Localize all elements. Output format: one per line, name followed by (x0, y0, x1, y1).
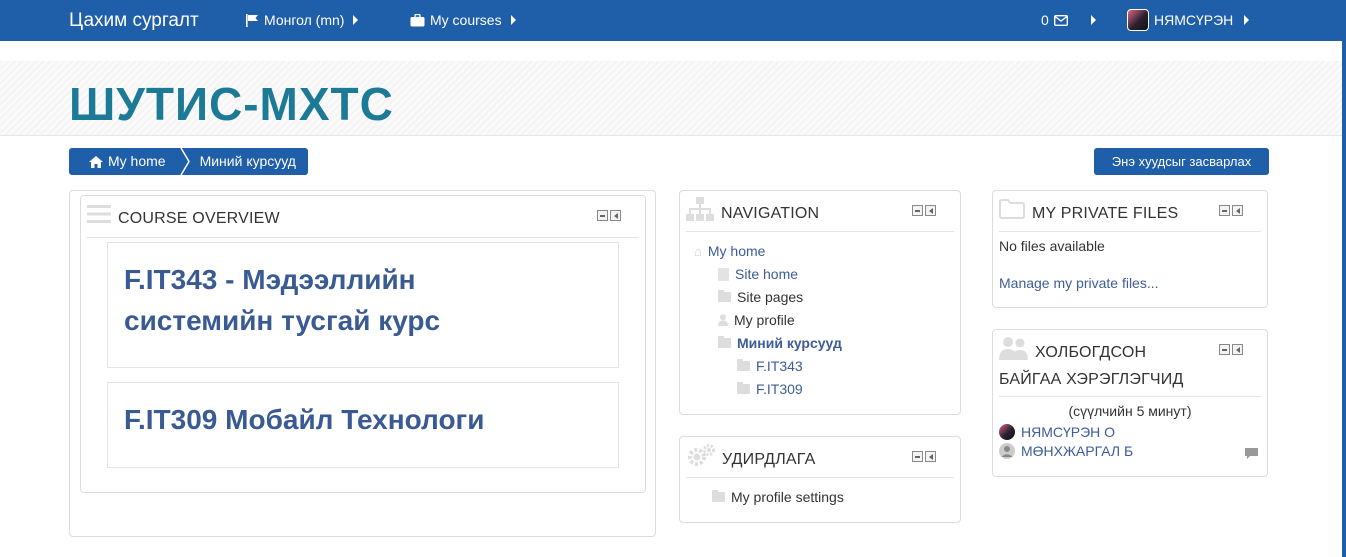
list-icon (87, 205, 111, 223)
block-controls (1219, 205, 1243, 216)
language-menu[interactable]: Монгол (mn) (245, 12, 359, 28)
minimize-icon[interactable] (597, 210, 608, 221)
home-icon (89, 155, 103, 168)
page-header: ШУТИС-МХТС (0, 61, 1342, 136)
course-overview-title: COURSE OVERVIEW (118, 210, 280, 227)
divider (686, 477, 954, 478)
course-card: F.IT309 Мобайл Технологи (107, 382, 619, 468)
nav-item-site-pages[interactable]: Site pages (718, 289, 803, 305)
block-controls (912, 205, 936, 216)
breadcrumb: My home Миний курсууд (69, 148, 308, 175)
nav-item-my-home[interactable]: ⌂ My home (694, 243, 765, 259)
language-label: Монгол (mn) (264, 12, 345, 28)
breadcrumb-current-label: Миний курсууд (199, 153, 296, 169)
caret-right-icon (1090, 15, 1096, 25)
caret-right-icon (510, 15, 516, 25)
online-users-period: (сүүлчийн 5 минут) (1068, 403, 1192, 419)
folder-icon (718, 290, 731, 302)
folder-icon (737, 382, 750, 394)
avatar (1127, 9, 1149, 31)
private-files-title: MY PRIVATE FILES (1032, 205, 1179, 222)
top-navbar: Цахим сургалт Монгол (mn) My courses 0 Н… (0, 0, 1346, 41)
nav-item-course-fit343[interactable]: F.IT343 (737, 358, 803, 374)
minimize-icon[interactable] (912, 451, 923, 462)
breadcrumb-current[interactable]: Миний курсууд (195, 148, 308, 175)
messages-count: 0 (1041, 12, 1049, 28)
edit-page-button[interactable]: Энэ хуудсыг засварлах (1094, 148, 1269, 175)
file-icon (718, 267, 729, 281)
navigation-title: NAVIGATION (721, 205, 820, 222)
caret-right-icon (353, 15, 359, 25)
envelope-icon (1053, 14, 1068, 26)
course-link-fit343-line1[interactable]: F.IT343 - Мэдээллийн (124, 259, 416, 300)
breadcrumb-separator (175, 148, 196, 175)
no-files-text: No files available (999, 238, 1105, 254)
online-user-item[interactable]: НЯМСҮРЭН О (999, 424, 1115, 440)
my-courses-label: My courses (430, 12, 502, 28)
site-brand[interactable]: Цахим сургалт (69, 10, 199, 32)
manage-private-files-link[interactable]: Manage my private files... (999, 275, 1159, 291)
online-users-title-line2: БАЙГАА ХЭРЭГЛЭГЧИД (999, 371, 1184, 388)
gears-icon (688, 444, 715, 466)
dock-icon[interactable] (925, 205, 936, 216)
message-icon[interactable] (1245, 448, 1258, 460)
breadcrumb-home[interactable]: My home (69, 148, 176, 175)
divider (87, 237, 639, 238)
nav-item-my-courses[interactable]: Миний курсууд (718, 335, 842, 351)
minimize-icon[interactable] (1219, 205, 1230, 216)
navigation-block: NAVIGATION ⌂ My home Site home Site page… (679, 190, 961, 415)
folder-icon (999, 199, 1025, 219)
folder-icon (737, 359, 750, 371)
home-icon: ⌂ (694, 243, 702, 259)
course-card: F.IT343 - Мэдээллийн системийн тусгай ку… (107, 242, 619, 368)
main-region: COURSE OVERVIEW F.IT343 - Мэдээллийн сис… (69, 190, 656, 537)
user-menu[interactable]: НЯМСҮРЭН (1127, 9, 1250, 31)
dock-icon[interactable] (1232, 344, 1243, 355)
minimize-icon[interactable] (1219, 344, 1230, 355)
window-edge (1342, 0, 1346, 557)
admin-item-profile-settings[interactable]: My profile settings (712, 489, 844, 505)
sitemap-icon (686, 197, 714, 221)
divider (686, 231, 954, 232)
administration-block: УДИРДЛАГА My profile settings (679, 436, 961, 523)
my-courses-menu[interactable]: My courses (410, 12, 516, 28)
avatar (999, 424, 1015, 440)
nav-item-course-fit309[interactable]: F.IT309 (737, 381, 803, 397)
user-name: НЯМСҮРЭН (1154, 12, 1234, 28)
private-files-block: MY PRIVATE FILES No files available Mana… (992, 190, 1268, 308)
nav-item-my-profile[interactable]: My profile (718, 312, 795, 328)
dock-icon[interactable] (925, 451, 936, 462)
course-link-fit309[interactable]: F.IT309 Мобайл Технологи (124, 399, 484, 440)
caret-right-icon (1244, 15, 1250, 25)
minimize-icon[interactable] (912, 205, 923, 216)
course-link-fit343-line2[interactable]: системийн тусгай курс (124, 300, 440, 341)
administration-title: УДИРДЛАГА (722, 451, 816, 468)
dock-icon[interactable] (610, 210, 621, 221)
folder-icon (718, 336, 731, 348)
block-controls (597, 210, 621, 221)
nav-item-site-home[interactable]: Site home (718, 266, 798, 282)
online-users-block: ХОЛБОГДСОН БАЙГАА ХЭРЭГЛЭГЧИД (сүүлчийн … (992, 329, 1268, 477)
folder-icon (712, 490, 725, 502)
course-overview-block: COURSE OVERVIEW F.IT343 - Мэдээллийн сис… (80, 195, 646, 493)
user-icon (718, 314, 728, 326)
users-icon (999, 337, 1028, 360)
briefcase-icon (410, 13, 425, 26)
messages-menu[interactable]: 0 (1041, 12, 1096, 28)
default-avatar-icon (999, 443, 1015, 459)
divider (999, 396, 1261, 397)
breadcrumb-home-label: My home (108, 153, 166, 169)
flag-icon (246, 13, 258, 27)
online-user-item[interactable]: МӨНХЖАРГАЛ Б (999, 443, 1133, 459)
divider (999, 231, 1261, 232)
block-controls (1219, 344, 1243, 355)
dock-icon[interactable] (1232, 205, 1243, 216)
block-controls (912, 451, 936, 462)
online-users-title-line1: ХОЛБОГДСОН (1035, 344, 1147, 361)
page-title: ШУТИС-МХТС (69, 78, 394, 130)
